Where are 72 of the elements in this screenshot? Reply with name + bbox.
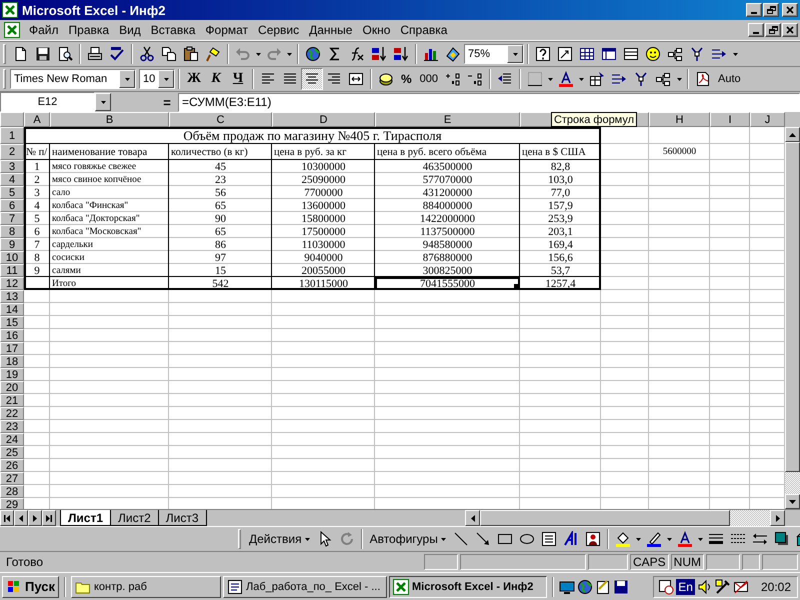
- column-heading: № п/: [25, 146, 48, 160]
- column-heading: цена в $ США: [521, 146, 587, 160]
- table-cell-text: 463500000: [422, 160, 474, 173]
- table-cell-text: 300825000: [422, 264, 474, 277]
- table-cell-text: колбаса "Докторская": [51, 212, 141, 225]
- status-indicator: NUM: [670, 554, 704, 570]
- table-cell-text: 253,9: [547, 212, 574, 225]
- status-indicator: CAPS: [630, 554, 669, 570]
- table-cell-text: 7700000: [303, 186, 344, 199]
- table-cell-text: 23: [214, 173, 227, 186]
- table-cell-text: 20055000: [300, 264, 346, 277]
- table-cell-text: мясо говяжье свежее: [51, 160, 138, 173]
- table-cell-text: 431200000: [422, 186, 474, 199]
- table-cell-text: 86: [214, 238, 227, 251]
- table-cell-text: 97: [214, 251, 227, 264]
- table-cell-text: 203,1: [547, 225, 574, 238]
- table-cell-text: 5600000: [662, 146, 698, 159]
- table-cell-text: 90: [214, 212, 227, 225]
- table-cell-text: 9040000: [303, 251, 344, 264]
- table-cell-text: 11030000: [300, 238, 346, 251]
- table-cell-text: 3: [33, 186, 41, 199]
- table-cell-text: 1: [33, 160, 41, 173]
- table-cell-text: 1137500000: [419, 225, 476, 238]
- table-cell-text: 4: [33, 199, 41, 212]
- table-cell-text: 169,4: [547, 238, 574, 251]
- column-heading: цена в руб. за кг: [273, 146, 348, 160]
- table-cell-text: 9: [33, 264, 41, 277]
- table-cell-text: 17500000: [300, 225, 346, 238]
- table-cell-text: колбаса "Финская": [51, 200, 130, 212]
- table-cell-text: 2: [33, 173, 41, 186]
- column-heading: количество (в кг): [170, 146, 249, 160]
- table-cell-text: 1422000000: [419, 212, 476, 225]
- table-cell-text: 156,6: [547, 251, 574, 264]
- table-cell-text: 103,0: [547, 173, 574, 186]
- table-cell-text: 884000000: [422, 199, 474, 212]
- table-cell-text: 157,9: [547, 199, 574, 212]
- table-cell-text: сардельки: [51, 238, 94, 251]
- table-cell-text: 6: [33, 225, 41, 238]
- table-cell-text: 15: [214, 264, 227, 277]
- table-cell-text: 8: [33, 251, 41, 264]
- table-cell-text: 876880000: [422, 251, 474, 264]
- table-cell-text: 77,0: [550, 186, 572, 199]
- table-cell-text: 542: [211, 277, 230, 290]
- table-cell-text: 130115000: [298, 277, 350, 290]
- table-cell-text: 13600000: [300, 199, 346, 212]
- table-cell-text: сосиски: [51, 252, 86, 264]
- table-cell: 7041555000: [375, 277, 520, 290]
- table-cell-text: 45: [214, 160, 227, 173]
- table-cell-text: 948580000: [422, 238, 474, 251]
- table-cell-text: 53,7: [550, 264, 572, 277]
- table-cell-text: 15800000: [300, 212, 346, 225]
- table-cell-text: сало: [51, 186, 72, 199]
- table-cell-text: мясо свиное копчёное: [51, 174, 142, 186]
- table-cell-text: Итого: [51, 278, 78, 290]
- table-cell-text: 577070000: [422, 173, 474, 186]
- table-cell-text: колбаса "Московская": [51, 226, 142, 238]
- table-cell-text: 5: [33, 212, 41, 225]
- column-heading: цена в руб. всего объёма: [376, 146, 488, 160]
- table-cell-text: 56: [214, 186, 227, 199]
- table-cell-text: салями: [51, 264, 82, 277]
- table-cell-text: 25090000: [300, 173, 346, 186]
- table-cell-text: 65: [214, 199, 227, 212]
- table-cell-text: 7: [33, 238, 41, 251]
- table-cell-text: 1257,4: [544, 277, 577, 290]
- table-cell-text: 65: [214, 225, 227, 238]
- table-cell-text: 82,8: [550, 160, 572, 173]
- status-text: Готово: [5, 555, 44, 569]
- window-title: Microsoft Excel - Инф2: [22, 2, 166, 18]
- table-cell-text: 10300000: [300, 160, 346, 173]
- clock: 20:02: [760, 580, 791, 594]
- tooltip: Строка формул: [551, 112, 637, 127]
- column-heading: наименование товара: [51, 146, 148, 160]
